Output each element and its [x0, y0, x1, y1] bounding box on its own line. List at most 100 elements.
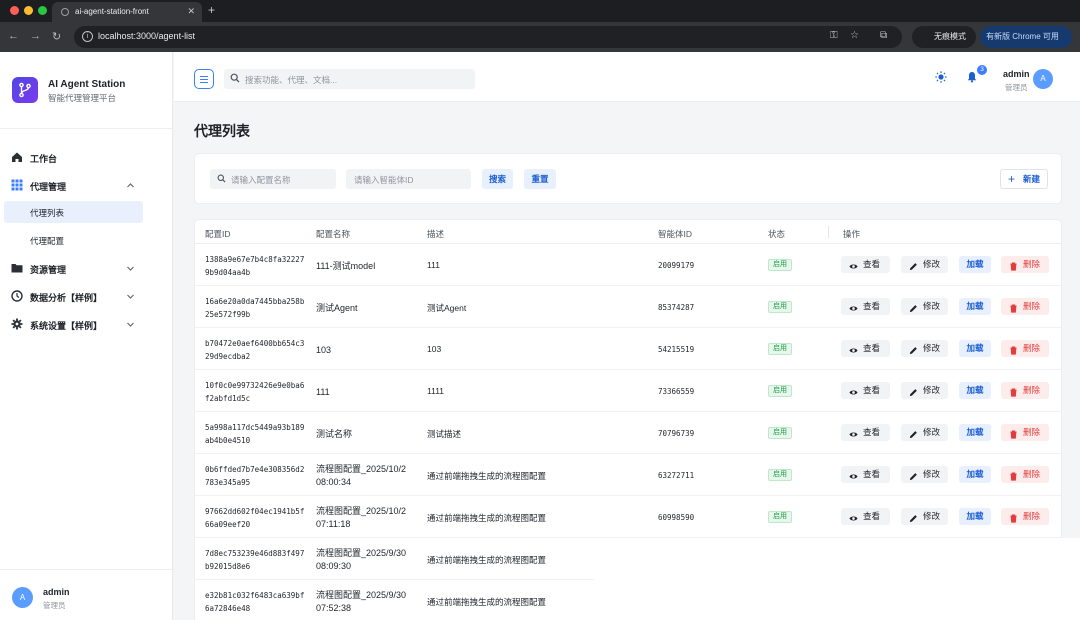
delete-button[interactable]: 删除 [1001, 466, 1049, 483]
filter-panel: 请输入配置名称 请输入智能体ID 搜索 重置 + 新建 [194, 153, 1062, 204]
site-info-icon[interactable]: i [82, 31, 93, 42]
notification-badge: 3 [977, 65, 987, 75]
edit-button[interactable]: 修改 [901, 508, 948, 525]
edit-button[interactable]: 修改 [901, 424, 948, 441]
edit-button[interactable]: 修改 [901, 382, 948, 399]
column-header-agent-id[interactable]: 智能体ID [658, 228, 692, 240]
table-row: 5a998a117dc5449a93b189ab4b0e4510 测试名称 测试描述… [195, 412, 1061, 454]
edit-button[interactable]: 修改 [901, 256, 948, 273]
view-button[interactable]: 查看 [841, 340, 890, 357]
view-button[interactable]: 查看 [841, 256, 890, 273]
eye-icon [849, 302, 858, 311]
agent-id-input[interactable]: 请输入智能体ID [346, 169, 471, 189]
sidebar-item-agent-management[interactable]: 代理管理 [0, 174, 172, 196]
description-cell: 1111 [427, 386, 445, 396]
sun-icon[interactable] [935, 71, 947, 83]
home-icon [12, 152, 22, 162]
agent-id-cell: 73366559 [658, 387, 695, 396]
close-window-button[interactable] [10, 6, 19, 15]
config-name-cell: 流程图配置_2025/10/2 08:00:34 [316, 464, 407, 487]
edit-button[interactable]: 修改 [901, 340, 948, 357]
column-header-actions: 操作 [843, 229, 861, 239]
global-search-input[interactable]: 搜索功能、代理、文档... [224, 69, 475, 89]
url-text[interactable]: localhost:3000/agent-list [98, 31, 195, 41]
close-tab-icon[interactable]: ✕ [187, 6, 195, 17]
incognito-indicator[interactable]: 无痕模式 [912, 26, 976, 48]
edit-button[interactable]: 修改 [901, 466, 948, 483]
config-name-cell: 流程图配置_2025/10/2 07:11:18 [316, 506, 407, 529]
view-button-label: 查看 [863, 259, 881, 269]
sidebar-item-dashboard[interactable]: 工作台 [0, 146, 172, 168]
load-button[interactable]: 加载 [959, 424, 991, 441]
delete-button-label: 删除 [1023, 511, 1041, 521]
sidebar-item-data-analysis[interactable]: 数据分析【样例】 [0, 285, 172, 307]
status-badge: 启用 [768, 427, 792, 439]
pencil-icon [909, 302, 918, 313]
view-button[interactable]: 查看 [841, 466, 890, 483]
branch-icon [19, 82, 31, 98]
status-badge: 启用 [768, 511, 792, 523]
delete-button[interactable]: 删除 [1001, 298, 1049, 315]
bell-icon[interactable] [966, 71, 978, 83]
sidebar-item-label: 工作台 [30, 154, 58, 164]
view-button[interactable]: 查看 [841, 298, 890, 315]
browser-tab[interactable]: ai-agent-station-front ✕ [52, 2, 202, 22]
menu-toggle-button[interactable] [194, 69, 214, 89]
delete-button[interactable]: 删除 [1001, 508, 1049, 525]
view-button[interactable]: 查看 [841, 508, 890, 525]
sidebar: AI Agent Station 智能代理管理平台 工作台 代理管理 代理列表 … [0, 52, 173, 620]
delete-button[interactable]: 删除 [1001, 256, 1049, 273]
agent-id-cell: 20099179 [658, 261, 695, 270]
delete-button[interactable]: 删除 [1001, 382, 1049, 399]
config-id-cell: b70472e0aef6400bb654c329d9ecdba2 [205, 339, 305, 361]
app-logo [12, 77, 38, 103]
user-name: admin [1003, 69, 1030, 79]
grid-icon [11, 179, 23, 191]
load-button[interactable]: 加载 [959, 466, 991, 483]
table-row: 16a6e20a0da7445bba258b25e572f99b 测试Agent 测… [195, 286, 1061, 328]
sidebar-item-agent-config[interactable]: 代理配置 [4, 229, 143, 251]
column-header-status[interactable]: 状态 [768, 228, 785, 240]
view-button[interactable]: 查看 [841, 382, 890, 399]
sidebar-item-label: 代理列表 [30, 208, 65, 218]
minimize-window-button[interactable] [24, 6, 33, 15]
sidebar-item-system-settings[interactable]: 系统设置【样例】 [0, 313, 172, 335]
column-header-config-name[interactable]: 配置名称 [316, 228, 350, 240]
description-cell: 测试Agent [427, 303, 467, 313]
back-icon[interactable]: ← [8, 30, 19, 42]
forward-icon[interactable]: → [30, 30, 41, 42]
load-button[interactable]: 加载 [959, 508, 991, 525]
new-button[interactable]: + 新建 [1000, 169, 1048, 189]
load-button[interactable]: 加载 [959, 340, 991, 357]
load-button[interactable]: 加载 [959, 256, 991, 273]
url-field[interactable]: i localhost:3000/agent-list ⚿ ☆ ⧉ [74, 26, 902, 48]
reload-icon[interactable]: ↻ [52, 30, 61, 43]
view-button[interactable]: 查看 [841, 424, 890, 441]
edit-button[interactable]: 修改 [901, 298, 948, 315]
avatar[interactable]: A [12, 587, 33, 608]
key-icon[interactable]: ⚿ [830, 30, 838, 41]
column-header-config-id[interactable]: 配置ID [205, 228, 231, 240]
delete-button[interactable]: 删除 [1001, 424, 1049, 441]
eye-icon [849, 512, 858, 521]
avatar[interactable]: A [1033, 69, 1053, 89]
new-tab-icon[interactable]: + [208, 3, 215, 17]
reset-button[interactable]: 重置 [524, 169, 556, 189]
config-id-cell: 97662dd602f04ec1941b5f66a09eef20 [205, 507, 305, 529]
load-button[interactable]: 加载 [959, 298, 991, 315]
delete-button[interactable]: 删除 [1001, 340, 1049, 357]
load-button[interactable]: 加载 [959, 382, 991, 399]
cast-icon[interactable]: ⧉ [880, 30, 887, 41]
maximize-window-button[interactable] [38, 6, 47, 15]
description-cell: 103 [427, 344, 442, 354]
bookmark-star-icon[interactable]: ☆ [850, 30, 859, 41]
eye-icon [849, 470, 858, 479]
column-header-description[interactable]: 描述 [427, 228, 444, 240]
sidebar-item-agent-list[interactable]: 代理列表 [4, 201, 143, 223]
config-name-input[interactable]: 请输入配置名称 [210, 169, 336, 189]
folder-icon [11, 264, 23, 273]
edit-button-label: 修改 [923, 343, 941, 353]
search-button[interactable]: 搜索 [482, 169, 513, 189]
sidebar-item-resource-management[interactable]: 资源管理 [0, 257, 172, 279]
chrome-update-button[interactable]: 有新版 Chrome 可用 [980, 26, 1072, 48]
